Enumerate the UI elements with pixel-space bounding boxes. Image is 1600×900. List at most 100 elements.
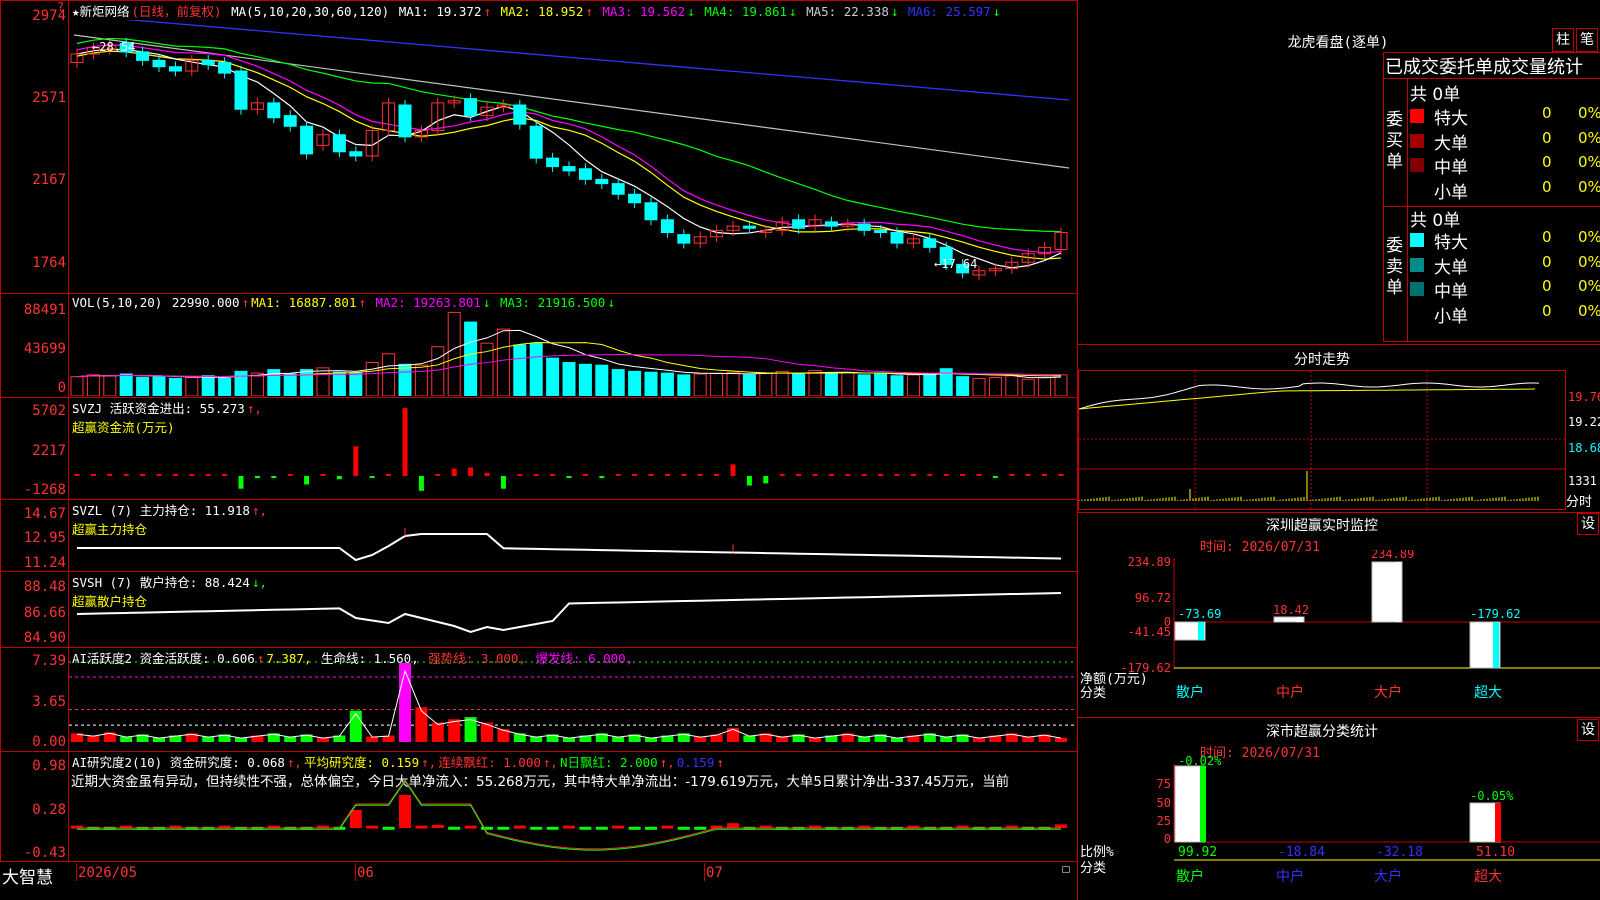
- candle-body: [677, 234, 691, 244]
- sell-name: 小单: [1434, 306, 1468, 327]
- sz-cat-3: 超大: [1474, 685, 1502, 701]
- svzj-bar: [156, 474, 162, 476]
- volume-bar: [513, 344, 527, 396]
- price-chart[interactable]: [69, 20, 1077, 292]
- svzl-chart[interactable]: [69, 500, 1077, 570]
- ai2-bar: [645, 826, 657, 830]
- ai2-bar: [694, 826, 707, 830]
- ma3-value: MA3: 19.562: [594, 4, 686, 19]
- ai1-chart[interactable]: [69, 648, 1077, 750]
- ai1-line: [76, 669, 1062, 739]
- ai2-green-line: [77, 780, 1061, 851]
- svzj-bar: [648, 474, 654, 476]
- sc-bar-0-edge: [1200, 766, 1206, 842]
- sc-stats-chart: 75 50 25 0 -0.02% -0.05% 99.92 -18.84 -32.18 51.1…: [1080, 756, 1600, 885]
- sz-settings-button[interactable]: 设: [1577, 513, 1599, 535]
- sell-pct: 0%: [1578, 228, 1600, 246]
- ai2-axis-0: 0.98: [32, 758, 66, 774]
- sell-pct: 0%: [1578, 252, 1600, 271]
- volume-bar: [775, 370, 789, 396]
- volume-chart[interactable]: [69, 300, 1077, 396]
- volume-bar: [496, 328, 510, 396]
- svzj-bar: [123, 474, 129, 476]
- buy-swatch: [1410, 109, 1424, 123]
- svzj-bar: [681, 474, 687, 476]
- volume-bar: [923, 373, 937, 396]
- svzl-axis-0: 14.67: [23, 506, 66, 522]
- volume-bar: [546, 357, 560, 396]
- volume-bar: [562, 362, 576, 396]
- buy-count: 0: [1542, 104, 1552, 122]
- sell-label: 委卖单: [1386, 236, 1403, 298]
- candle-body: [267, 102, 281, 119]
- svzj-bar: [402, 408, 408, 476]
- sc-settings-button[interactable]: 设: [1577, 719, 1599, 741]
- volume-bar: [152, 376, 166, 396]
- price-axis-0: 2974: [32, 8, 66, 24]
- svsh-axis-1: 86.66: [23, 605, 66, 621]
- sz-monitor-title: 深圳超赢实时监控: [1266, 518, 1378, 534]
- sc-cat-3: 超大: [1474, 869, 1502, 885]
- fs-price-line: [1079, 382, 1540, 410]
- buy-count: 0: [1542, 177, 1552, 196]
- svzj-bar: [468, 467, 474, 476]
- ai2-bar: [366, 825, 379, 829]
- sc-top-1: -0.05%: [1470, 789, 1514, 803]
- volume-bar: [464, 321, 478, 396]
- svzj-bar: [796, 474, 802, 476]
- volume-bar: [1021, 378, 1035, 396]
- ai2-bar: [628, 826, 641, 830]
- price-axis-1: 2571: [32, 90, 66, 106]
- sz-xlab: 分类: [1080, 686, 1106, 701]
- buy-row: 中单 0 0%: [1410, 153, 1600, 178]
- volume-bar: [824, 372, 838, 396]
- svzj-bar: [927, 474, 933, 476]
- ai1-axis-1: 3.65: [32, 694, 66, 710]
- ai2-bar: [464, 825, 477, 829]
- date-may: 2026/05: [78, 865, 138, 881]
- candle-body: [168, 66, 182, 72]
- ai1-bar: [727, 727, 739, 742]
- svzj-bar: [943, 474, 949, 476]
- svzj-bar: [697, 474, 703, 476]
- svzj-bar: [107, 473, 113, 476]
- sz-bar-edge-0: [1198, 622, 1204, 640]
- buy-swatch: [1410, 133, 1424, 148]
- svzj-chart[interactable]: [69, 398, 1077, 498]
- volume-bar: [316, 367, 330, 396]
- ma1-value: MA1: 19.372: [398, 4, 482, 19]
- ai2-chart[interactable]: [69, 752, 1077, 860]
- svsh-chart[interactable]: [69, 572, 1077, 646]
- tick-button[interactable]: 笔: [1576, 28, 1598, 52]
- sz-bar-edge-1: [1297, 617, 1303, 622]
- lock-icon[interactable]: [1062, 866, 1070, 873]
- svzj-bar: [845, 474, 851, 476]
- column-button[interactable]: 柱: [1552, 28, 1574, 52]
- candle-body: [857, 223, 871, 231]
- svzj-bar: [976, 474, 982, 476]
- vol-axis-0: 88491: [23, 302, 66, 318]
- svzl-axis-2: 11.24: [23, 555, 66, 571]
- candle-body: [136, 51, 150, 61]
- volume-bar: [595, 364, 609, 396]
- intraday-chart[interactable]: [1079, 371, 1565, 509]
- volume-bar: [874, 373, 888, 396]
- volume-bar: [185, 377, 199, 396]
- svzj-bar: [878, 474, 884, 476]
- ma5-value: MA5: 22.338: [798, 4, 889, 19]
- sell-swatch: [1410, 282, 1424, 296]
- svzj-bar: [779, 474, 785, 476]
- sc-axis-3: 0: [1164, 832, 1171, 846]
- ai2-bar: [431, 825, 444, 828]
- volume-bar: [792, 373, 806, 396]
- svzj-bar: [1058, 474, 1064, 476]
- ma6-arrow: ↓: [992, 4, 1001, 19]
- candle-body: [152, 59, 166, 68]
- candle-body: [218, 62, 232, 74]
- volume-bar: [300, 369, 314, 396]
- sz-ylab: 净额(万元): [1080, 672, 1148, 687]
- sell-name: 中单: [1434, 282, 1468, 302]
- intraday-title: 分时走势: [1294, 352, 1350, 368]
- ma-params: MA(5,10,20,30,60,120): [231, 4, 390, 19]
- volume-bar: [710, 372, 724, 396]
